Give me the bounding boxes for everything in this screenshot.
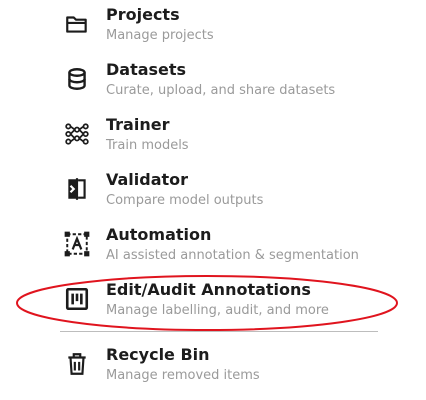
menu-item-title: Recycle Bin [106, 345, 210, 364]
menu-item-datasets[interactable]: Datasets Curate, upload, and share datas… [55, 57, 395, 103]
menu-item-title: Projects [106, 5, 180, 24]
trash-icon [63, 350, 91, 378]
menu-item-subtitle: Compare model outputs [106, 193, 264, 208]
auto-annotate-icon [63, 230, 91, 258]
compare-icon [63, 175, 91, 203]
menu-item-subtitle: Manage labelling, audit, and more [106, 303, 329, 318]
menu-item-title: Trainer [106, 115, 170, 134]
menu-item-subtitle: Manage projects [106, 28, 214, 43]
menu-item-projects[interactable]: Projects Manage projects [55, 2, 395, 48]
menu-item-validator[interactable]: Validator Compare model outputs [55, 167, 395, 213]
navigation-menu: Projects Manage projects Datasets Curate… [0, 0, 426, 400]
menu-item-edit-audit-annotations[interactable]: Edit/Audit Annotations Manage labelling,… [55, 277, 395, 323]
annotation-board-icon [63, 285, 91, 313]
menu-item-trainer[interactable]: Trainer Train models [55, 112, 395, 158]
menu-item-title: Datasets [106, 60, 187, 79]
menu-item-automation[interactable]: Automation AI assisted annotation & segm… [55, 222, 395, 268]
menu-divider [60, 331, 378, 332]
folder-icon [63, 10, 91, 38]
menu-item-title: Validator [106, 170, 189, 189]
menu-item-recycle-bin[interactable]: Recycle Bin Manage removed items [55, 342, 395, 388]
menu-item-title: Edit/Audit Annotations [106, 280, 311, 299]
menu-item-subtitle: AI assisted annotation & segmentation [106, 248, 359, 263]
menu-item-title: Automation [106, 225, 212, 244]
menu-item-subtitle: Curate, upload, and share datasets [106, 83, 336, 98]
neural-network-icon [63, 120, 91, 148]
menu-item-subtitle: Train models [106, 138, 189, 153]
database-icon [63, 65, 91, 93]
menu-item-subtitle: Manage removed items [106, 368, 260, 383]
